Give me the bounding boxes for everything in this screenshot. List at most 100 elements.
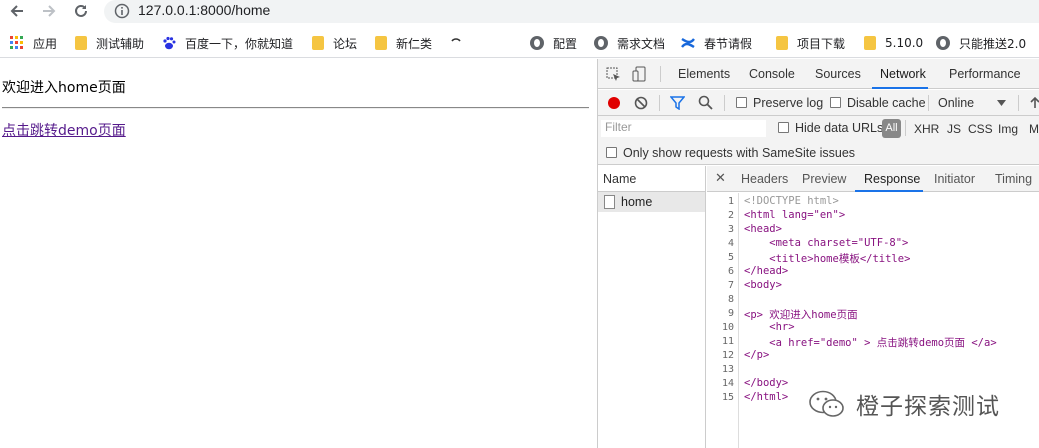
active-tab-indicator — [872, 87, 928, 89]
tab-preview[interactable]: Preview — [802, 172, 846, 186]
document-icon — [604, 195, 615, 209]
bookmark-apps[interactable]: 应用 — [10, 34, 57, 52]
close-icon[interactable]: ✕ — [715, 170, 726, 186]
code-line: <body> — [744, 279, 782, 291]
inspect-element-icon[interactable] — [606, 67, 621, 82]
detail-tabbar: ✕ Headers Preview Response Initiator Tim… — [707, 166, 1039, 192]
device-toolbar-icon[interactable] — [632, 66, 647, 82]
name-column-header[interactable]: Name — [598, 166, 706, 192]
tab-elements[interactable]: Elements — [678, 67, 730, 81]
line-number: 10 — [721, 322, 734, 333]
divider — [1018, 95, 1019, 111]
disable-cache-checkbox[interactable] — [830, 97, 841, 108]
forward-arrow-icon — [43, 5, 56, 17]
forward-button[interactable] — [38, 0, 60, 22]
filter-bar: Filter Hide data URLs All XHR JS CSS Img… — [598, 116, 1039, 141]
tab-response[interactable]: Response — [864, 172, 920, 186]
reload-button[interactable] — [70, 0, 92, 22]
bookmark-folder[interactable]: 5.10.0 — [864, 34, 923, 52]
bookmark-label: 应用 — [33, 36, 58, 51]
globe-icon — [530, 36, 544, 50]
code-line: <a href="demo" > 点击跳转demo页面 </a> — [744, 337, 997, 349]
horizontal-rule — [2, 107, 589, 109]
bookmark-label: 春节请假 — [704, 36, 753, 51]
tab-timing[interactable]: Timing — [995, 172, 1032, 186]
omnibox[interactable]: 127.0.0.1:8000/home — [104, 0, 1039, 23]
bookmark-label: 新仁类 — [396, 36, 433, 51]
samesite-checkbox[interactable] — [606, 147, 617, 158]
wechat-icon — [809, 390, 844, 417]
bookmark-folder[interactable]: 项目下载 — [776, 34, 845, 52]
bookmark-label: 需求文档 — [617, 36, 666, 51]
bookmarks-bar: 应用 测试辅助 百度一下，你就知道 论坛 新仁类 配置 需求文档 春节请假 项目… — [0, 28, 1039, 58]
throttling-select[interactable]: Online — [938, 96, 974, 110]
divider — [660, 66, 661, 82]
spinner-icon — [451, 38, 461, 42]
tab-network[interactable]: Network — [880, 67, 926, 81]
bookmark-site[interactable]: 需求文档 — [594, 34, 665, 52]
bookmark-baidu[interactable]: 百度一下，你就知道 — [162, 34, 293, 52]
request-row[interactable]: home — [598, 192, 705, 212]
tab-initiator[interactable]: Initiator — [934, 172, 975, 186]
tab-headers[interactable]: Headers — [741, 172, 788, 186]
hide-data-urls-checkbox[interactable] — [778, 122, 789, 133]
bookmark-label: 测试辅助 — [96, 36, 145, 51]
bookmark-label: 项目下载 — [797, 36, 846, 51]
confluence-icon — [681, 37, 695, 49]
divider — [724, 95, 725, 111]
code-line: <p> 欢迎进入home页面 — [744, 309, 858, 321]
filter-xhr-button[interactable]: XHR — [914, 122, 939, 136]
code-line: </html> — [744, 391, 789, 403]
back-button[interactable] — [6, 0, 28, 22]
bookmark-folder[interactable]: 论坛 — [312, 34, 357, 52]
filter-css-button[interactable]: CSS — [968, 122, 993, 136]
search-icon[interactable] — [698, 95, 713, 110]
filter-img-button[interactable]: Img — [998, 122, 1018, 136]
preserve-log-checkbox[interactable] — [736, 97, 747, 108]
request-list: Name home — [598, 166, 706, 448]
bookmark-confluence[interactable]: 春节请假 — [681, 34, 752, 52]
import-har-icon[interactable] — [1030, 96, 1039, 110]
line-number: 12 — [721, 350, 734, 361]
line-number: 3 — [727, 224, 734, 235]
line-number: 11 — [721, 336, 734, 347]
tab-sources[interactable]: Sources — [815, 67, 861, 81]
line-number-gutter: 1 2 3 4 5 6 7 8 9 10 11 12 13 14 15 — [707, 193, 739, 448]
dropdown-arrow-icon — [997, 100, 1006, 106]
record-icon[interactable] — [607, 96, 621, 110]
tab-performance[interactable]: Performance — [949, 67, 1021, 81]
filter-all-button[interactable]: All — [882, 119, 901, 138]
active-detail-tab-indicator — [855, 190, 923, 192]
samesite-label: Only show requests with SameSite issues — [623, 146, 856, 160]
line-number: 7 — [727, 280, 734, 291]
folder-icon — [75, 36, 87, 50]
line-number: 8 — [727, 294, 734, 305]
filter-media-button[interactable]: M — [1029, 122, 1039, 136]
network-toolbar: Preserve log Disable cache Online — [598, 90, 1039, 116]
code-line: <meta charset="UTF-8"> — [744, 237, 909, 249]
code-line: </head> — [744, 265, 789, 277]
bookmark-site[interactable]: 配置 — [530, 34, 577, 52]
info-icon[interactable] — [114, 3, 130, 19]
line-number: 2 — [727, 210, 734, 221]
welcome-text: 欢迎进入home页面 — [2, 80, 126, 96]
bookmark-folder[interactable]: 测试辅助 — [75, 34, 144, 52]
bookmark-label: 配置 — [553, 36, 578, 51]
code-line: </body> — [744, 377, 789, 389]
bookmark-site[interactable]: 只能推送2.0 — [936, 34, 1026, 52]
devtools-tabbar: Elements Console Sources Network Perform… — [598, 59, 1039, 89]
loading-spinner — [450, 34, 462, 52]
filter-icon[interactable] — [670, 96, 685, 110]
reload-icon — [75, 4, 87, 17]
filter-js-button[interactable]: JS — [947, 122, 961, 136]
line-number: 6 — [727, 266, 734, 277]
code-line: <hr> — [744, 321, 795, 333]
clear-icon[interactable] — [634, 96, 648, 110]
divider — [659, 95, 660, 111]
bookmark-folder[interactable]: 新仁类 — [375, 34, 432, 52]
demo-link[interactable]: 点击跳转demo页面 — [2, 120, 126, 140]
filter-input[interactable]: Filter — [601, 120, 766, 137]
folder-icon — [375, 36, 387, 50]
tab-console[interactable]: Console — [749, 67, 795, 81]
page-viewport: 欢迎进入home页面 点击跳转demo页面 — [0, 59, 597, 448]
